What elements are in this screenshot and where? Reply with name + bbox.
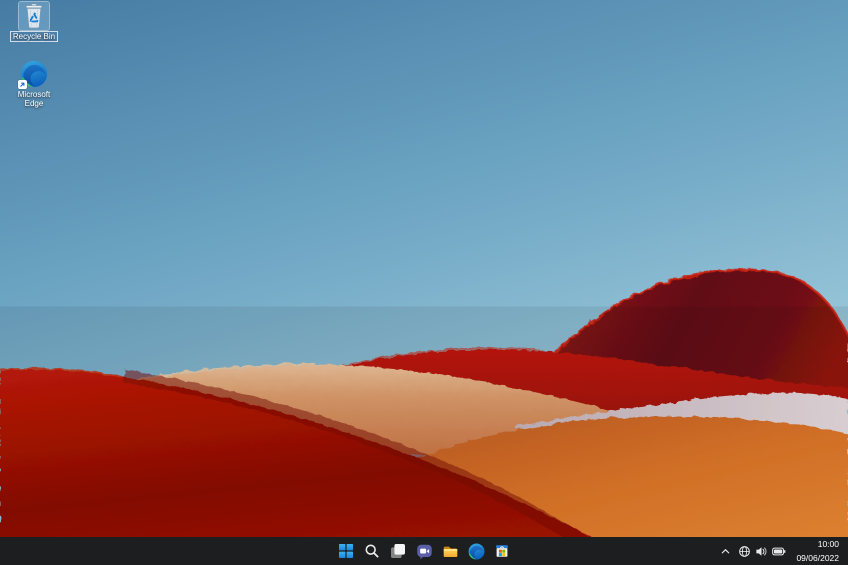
recycle-bin-icon (22, 3, 46, 29)
edge-shortcut-label: Microsoft Edge (18, 90, 50, 108)
tray-overflow-button[interactable] (717, 539, 734, 563)
recycle-bin-selection (19, 2, 49, 30)
tray-status-button[interactable] (735, 539, 789, 563)
network-globe-icon (738, 545, 751, 558)
edge-icon (468, 543, 485, 560)
taskbar: 10:00 09/06/2022 (0, 537, 848, 565)
file-explorer-button[interactable] (438, 539, 462, 563)
chat-icon (416, 543, 433, 560)
desktop-icon-recycle-bin[interactable]: Recycle Bin (5, 2, 63, 42)
recycle-bin-label: Recycle Bin (10, 31, 58, 42)
search-button[interactable] (360, 539, 384, 563)
store-icon (494, 543, 510, 559)
system-tray: 10:00 09/06/2022 (717, 537, 848, 565)
battery-icon (772, 545, 786, 558)
task-view-button[interactable] (386, 539, 410, 563)
clock[interactable]: 10:00 09/06/2022 (790, 539, 843, 563)
shortcut-arrow-icon (18, 80, 27, 89)
store-button[interactable] (490, 539, 514, 563)
edge-button[interactable] (464, 539, 488, 563)
start-button[interactable] (334, 539, 358, 563)
wallpaper-image (0, 0, 848, 565)
task-view-icon (390, 543, 406, 559)
taskbar-center-group (334, 539, 514, 563)
volume-icon (755, 545, 768, 558)
chat-button[interactable] (412, 539, 436, 563)
file-explorer-icon (442, 543, 459, 560)
clock-time: 10:00 (818, 539, 839, 550)
windows-logo-icon (338, 543, 354, 559)
search-icon (364, 543, 380, 559)
chevron-up-icon (720, 546, 731, 557)
desktop-icon-microsoft-edge[interactable]: Microsoft Edge (5, 59, 63, 108)
desktop[interactable]: Recycle Bin Microsoft Edge (0, 0, 848, 565)
clock-date: 09/06/2022 (796, 553, 839, 564)
